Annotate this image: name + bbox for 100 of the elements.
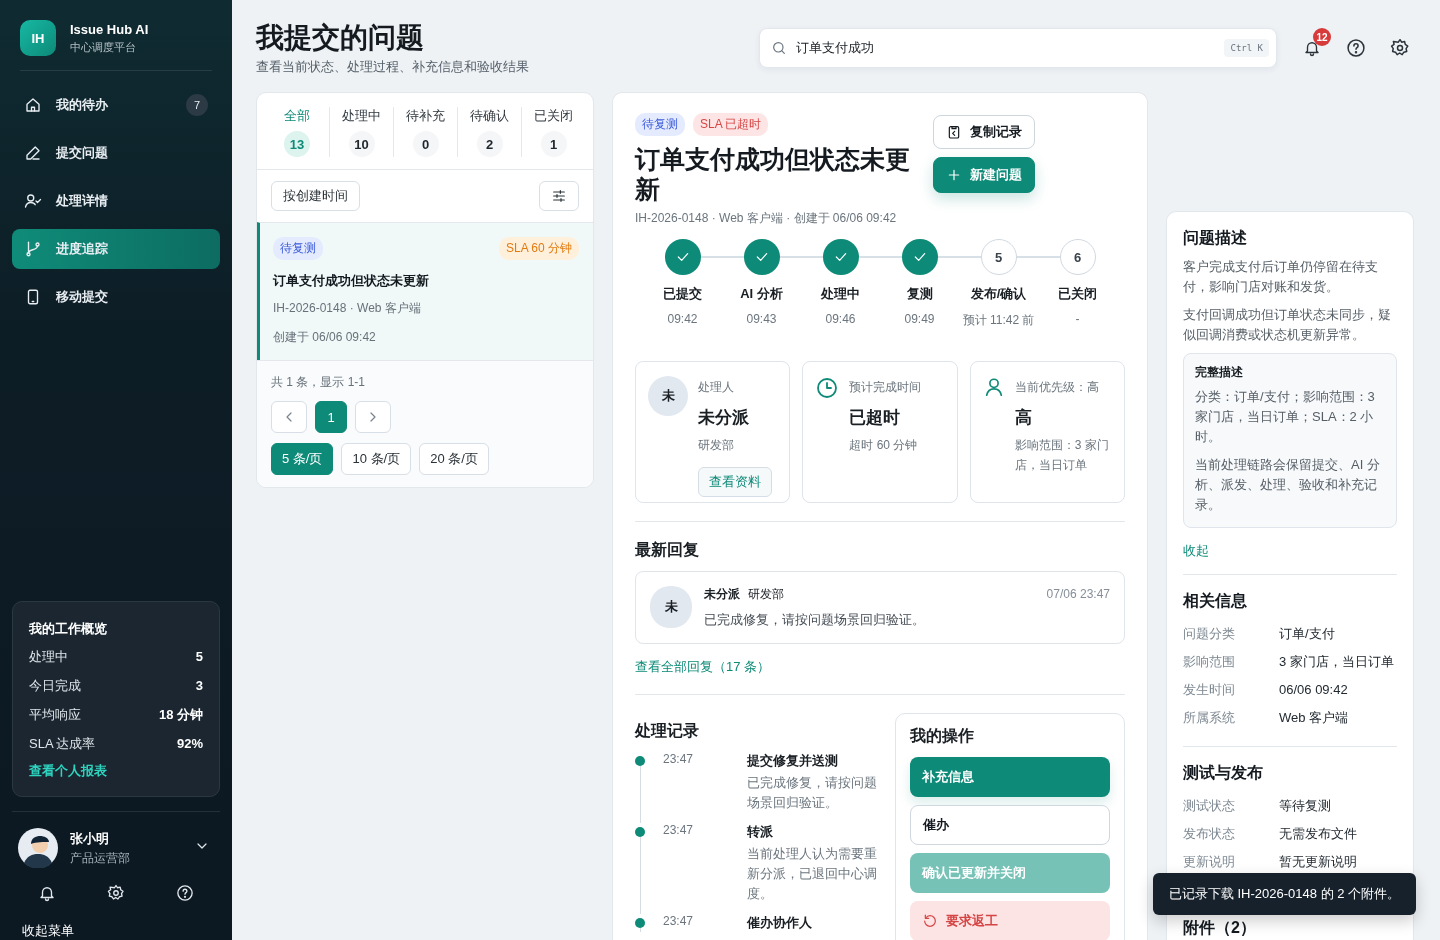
issue-title: 订单支付成功但状态未更新 — [273, 272, 430, 290]
filter-button[interactable] — [539, 181, 579, 211]
settings-icon — [107, 884, 125, 902]
page-size-button[interactable]: 20 条/页 — [419, 443, 489, 475]
field-value: 等待复测 — [1279, 797, 1332, 815]
timeline-dot — [635, 756, 645, 766]
field-value: 无需发布文件 — [1279, 825, 1358, 843]
status-tag: 待复测 — [635, 113, 685, 136]
record-title: 提交修复并送测 — [747, 752, 839, 770]
step-time: - — [1075, 312, 1080, 326]
stat-label: 平均响应 — [29, 706, 81, 724]
page-size-button[interactable]: 5 条/页 — [271, 443, 334, 475]
pending-step: 6 — [1059, 239, 1096, 275]
settings-icon — [1390, 38, 1410, 58]
card-label: 当前优先级：高 — [1014, 379, 1100, 396]
avatar: 未 — [650, 586, 692, 628]
record-time: 23:47 — [663, 914, 695, 930]
new-issue-button[interactable]: 新建问题 — [933, 157, 1035, 193]
section-heading: 测试与发布 — [1183, 763, 1264, 783]
app-name: Issue Hub AI — [70, 21, 149, 37]
field-value: Web 客户端 — [1279, 709, 1350, 727]
user-name: 张小明 — [70, 829, 110, 848]
status-tab[interactable]: 待确认 2 — [457, 107, 521, 157]
reply-author: 未分派 — [704, 586, 740, 603]
view-profile-button[interactable]: 查看资料 — [698, 467, 772, 497]
previous-page-button[interactable] — [271, 401, 307, 433]
issue-meta: IH-2026-0148 · Web 客户端 — [273, 300, 422, 317]
action-button[interactable]: 催办 — [910, 805, 1110, 845]
sort-button[interactable]: 按创建时间 — [271, 181, 360, 211]
record-title: 催办协作人 — [747, 914, 813, 932]
filter-icon — [551, 188, 567, 204]
status-tab[interactable]: 已关闭 1 — [521, 107, 585, 157]
description-text: 当前处理链路会保留提交、AI 分析、派发、处理、验收和补充记录。 — [1195, 456, 1381, 514]
step-time: 预计 11:42 前 — [962, 312, 1035, 329]
nav-item[interactable]: 我的待办 7 — [12, 85, 220, 125]
collapse-link[interactable]: 收起 — [1183, 542, 1209, 560]
pencil-icon — [24, 144, 42, 162]
user-check-icon — [24, 192, 42, 210]
issue-date: 创建于 06/06 09:42 — [273, 329, 377, 346]
page-button[interactable]: 1 — [315, 401, 347, 433]
section-heading: 最新回复 — [635, 540, 700, 560]
user-department: 产品运营部 — [70, 849, 130, 867]
step-time: 09:42 — [667, 312, 698, 326]
collapse-menu-link[interactable]: 收起菜单 — [22, 923, 74, 938]
status-tab[interactable]: 全部 13 — [265, 107, 329, 157]
status-tab[interactable]: 处理中 10 — [329, 107, 393, 157]
issue-title: 订单支付成功但状态未更新 — [635, 144, 911, 204]
toast-message: 已记录下载 IH-2026-0148 的 2 个附件。 — [1168, 885, 1400, 903]
pending-step: 5 — [980, 239, 1017, 275]
record-title: 转派 — [747, 823, 774, 841]
count-badge: 7 — [186, 94, 208, 116]
report-link[interactable]: 查看个人报表 — [29, 762, 107, 780]
pagination-summary: 共 1 条，显示 1-1 — [271, 374, 367, 391]
undo-icon — [922, 913, 938, 929]
record-text: 已完成修复，请按问题场景回归验证。 — [747, 774, 878, 812]
card-value: 未分派 — [698, 407, 750, 429]
copy-record-button[interactable]: 复制记录 — [933, 115, 1035, 149]
stat-value: 18 分钟 — [158, 706, 203, 724]
help-icon — [176, 884, 195, 902]
box-heading: 完整描述 — [1195, 364, 1244, 381]
step-label: 复测 — [906, 285, 933, 303]
nav-item[interactable]: 进度追踪 — [12, 229, 220, 269]
bell-icon — [1303, 39, 1321, 57]
field-label: 测试状态 — [1183, 797, 1236, 815]
record-time: 23:47 — [663, 752, 695, 768]
status-tab[interactable]: 待补充 0 — [393, 107, 457, 157]
next-page-button[interactable] — [355, 401, 391, 433]
nav-item[interactable]: 移动提交 — [12, 277, 220, 317]
action-button[interactable]: 补充信息 — [910, 757, 1110, 797]
all-replies-link[interactable]: 查看全部回复（17 条） — [635, 658, 771, 676]
overview-title: 我的工作概览 — [29, 620, 108, 638]
issue-meta: IH-2026-0148 · Web 客户端 · 创建于 06/06 09:42 — [635, 210, 898, 227]
page-size-button[interactable]: 10 条/页 — [341, 443, 412, 475]
nav-item[interactable]: 提交问题 — [12, 133, 220, 173]
shortcut-hint: Ctrl K — [1224, 39, 1269, 57]
record-text: 当前处理人认为需要重新分派，已退回中心调度。 — [747, 845, 878, 903]
logo: IH — [20, 20, 56, 56]
record-time: 23:47 — [663, 823, 695, 839]
field-value: 订单/支付 — [1279, 625, 1336, 643]
clipboard-icon — [946, 124, 962, 140]
description-text: 客户完成支付后订单仍停留在待支付，影响门店对账和发货。 — [1183, 258, 1379, 296]
count-badge: 1 — [540, 131, 567, 157]
step-label: 处理中 — [821, 285, 860, 303]
step-time: 09:46 — [825, 312, 856, 326]
plus-icon — [946, 167, 962, 183]
field-label: 影响范围 — [1183, 653, 1236, 671]
action-button[interactable]: 要求返工 — [910, 901, 1110, 940]
clock-icon — [815, 376, 840, 400]
section-heading: 我的操作 — [910, 726, 975, 746]
help-icon — [1346, 38, 1366, 58]
nav-item[interactable]: 处理详情 — [12, 181, 220, 221]
reply-text: 已完成修复，请按问题场景回归验证。 — [704, 611, 926, 629]
issue-card[interactable]: 待复测 SLA 60 分钟 订单支付成功但状态未更新 IH-2026-0148 · Web 客户端 创建于 06/06 09:42 — [257, 222, 593, 360]
stat-label: SLA 达成率 — [29, 735, 96, 753]
field-label: 更新说明 — [1183, 853, 1236, 871]
stat-label: 处理中 — [29, 648, 68, 666]
reply-time: 07/06 23:47 — [1046, 587, 1110, 601]
section-heading: 处理记录 — [635, 721, 700, 741]
avatar — [18, 828, 58, 868]
field-label: 问题分类 — [1183, 625, 1236, 643]
